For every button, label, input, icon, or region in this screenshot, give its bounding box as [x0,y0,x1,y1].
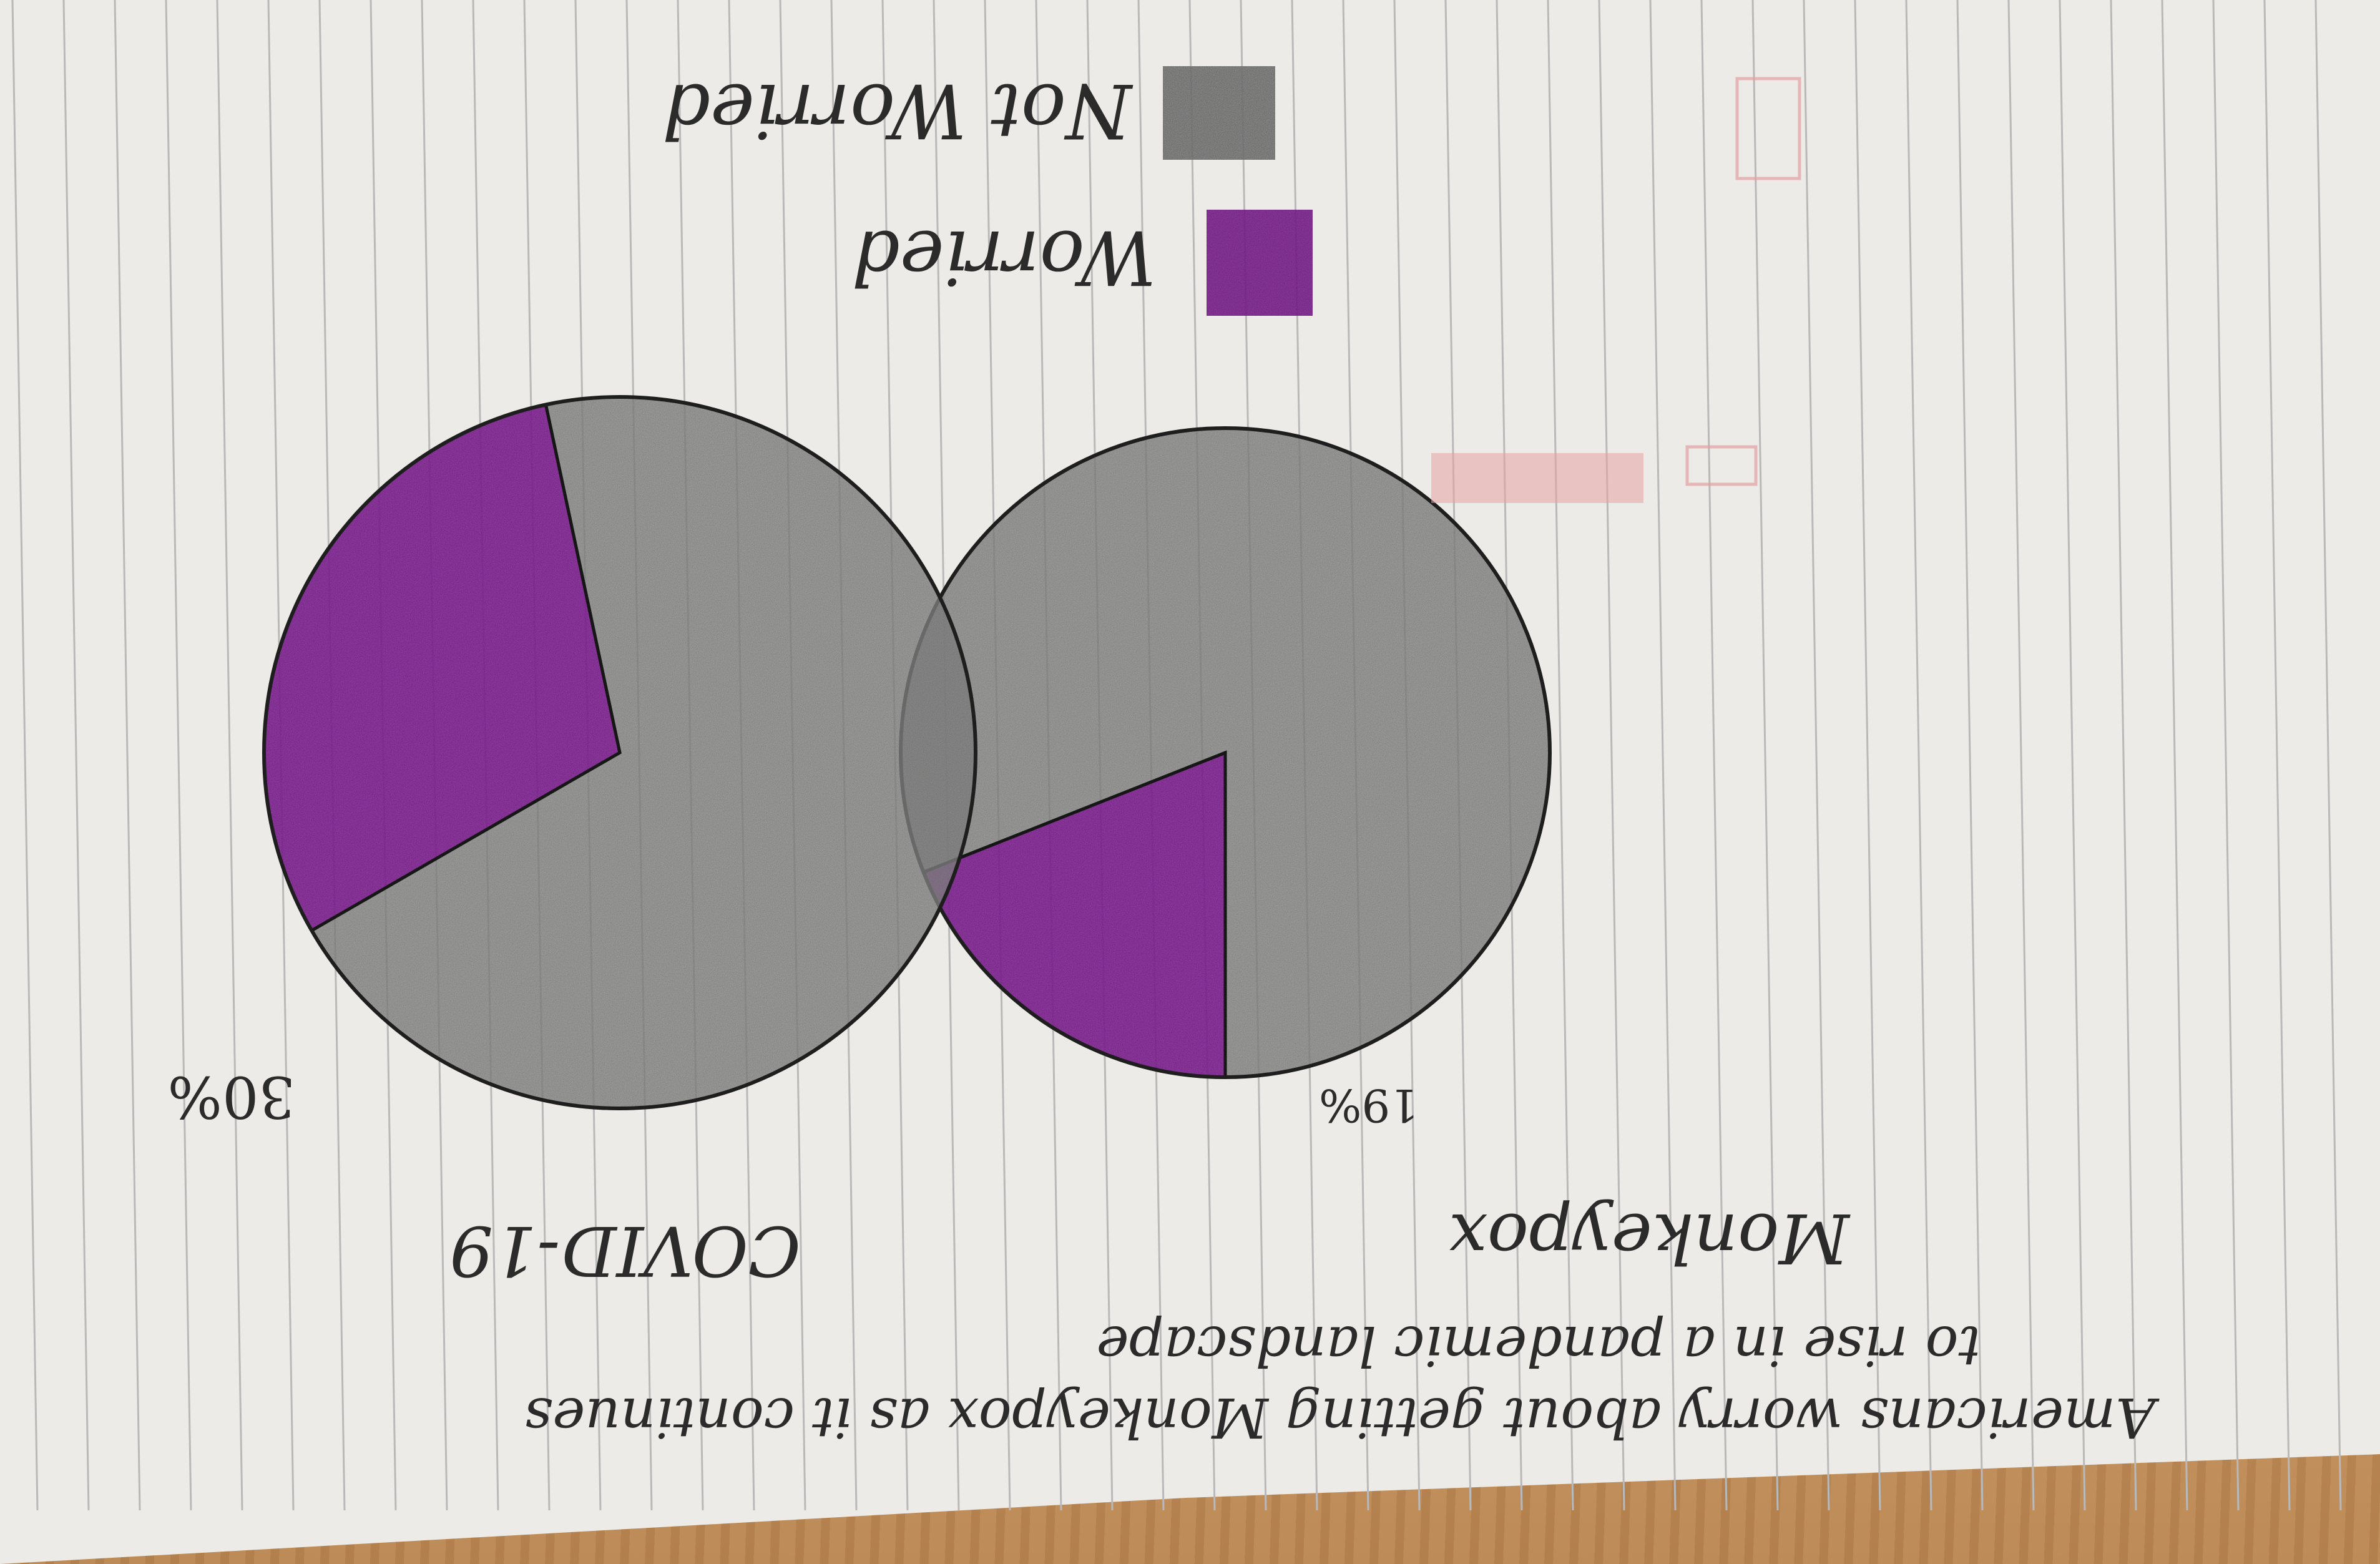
pie-monkeypox [899,426,1552,1079]
title-line-1: Americans worry about getting Monkeypox … [524,1386,2160,1450]
notebook-paper: Americans worry about getting Monkeypox … [0,0,2380,1564]
legend-swatch-worried [1207,210,1313,316]
legend-swatch-not-worried [1163,66,1275,160]
pie-value-label-covid: 30% [168,1063,295,1130]
pie-label-monkeypox: Monkeypox [1449,1198,1851,1278]
legend-label-not-worried: Not Worried [662,67,1134,154]
erased-red-mark [1431,453,1643,503]
pie-value-label-monkeypox: 19% [1319,1079,1419,1131]
pie-covid [262,395,977,1110]
legend-label-worried: Worried [852,213,1157,300]
title-line-2: to rise in a pandemic landscape [1096,1314,1981,1378]
pie-label-covid: COVID-19 [449,1211,801,1291]
